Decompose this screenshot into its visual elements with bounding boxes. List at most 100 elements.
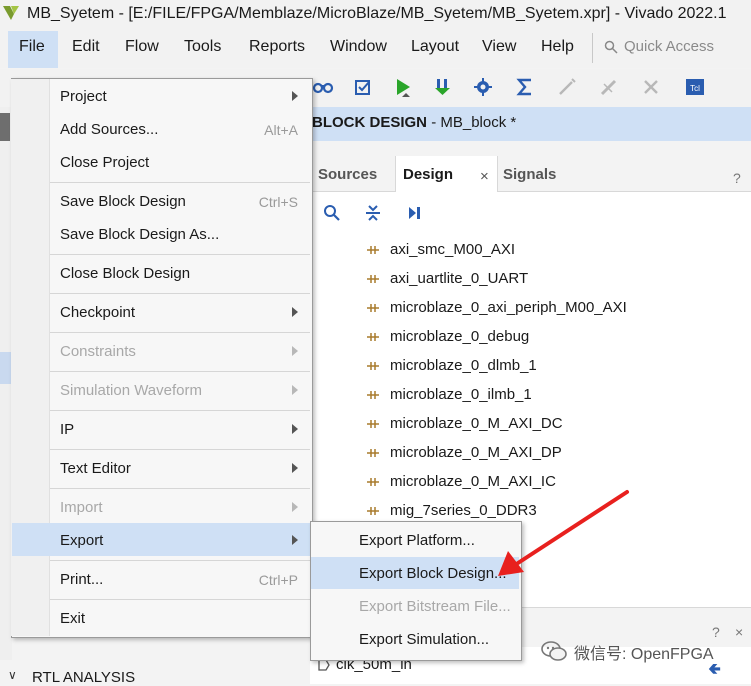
menu-reports[interactable]: Reports [249, 38, 305, 56]
menu-window[interactable]: Window [330, 38, 387, 56]
tab-design[interactable]: Design [403, 166, 453, 183]
block-design-name: - MB_block * [431, 114, 517, 131]
menu-item-label: Constraints [60, 343, 136, 360]
tree-item-label: microblaze_0_M_AXI_DP [390, 444, 562, 461]
menu-item-label: Checkpoint [60, 304, 136, 321]
tree-item-label: microblaze_0_dlmb_1 [390, 357, 537, 374]
interface-net-icon [367, 391, 379, 399]
menu-view[interactable]: View [482, 38, 516, 56]
close-icon[interactable]: × [735, 624, 743, 640]
menu-item-exit[interactable]: Exit [12, 605, 310, 633]
menu-item-print[interactable]: Print... Ctrl+P [12, 566, 310, 594]
interface-net-icon [367, 304, 379, 312]
menu-item-shortcut: Alt+A [264, 122, 298, 138]
quick-access-input[interactable]: Quick Access [624, 38, 714, 55]
interface-net-icon [367, 420, 379, 428]
tcl-icon[interactable]: Tcl [684, 76, 706, 98]
block-design-title: BLOCK DESIGN - MB_block * [312, 114, 516, 131]
help-icon[interactable]: ? [712, 624, 720, 640]
watermark-text: 微信号: OpenFPGA [574, 646, 714, 663]
menu-tools[interactable]: Tools [184, 38, 221, 56]
menu-item-export-bitstream: Export Bitstream File... [311, 592, 519, 623]
menu-item-label: Project [60, 88, 107, 105]
menu-item-close-block-design[interactable]: Close Block Design [12, 260, 310, 288]
menu-item-label: Export Platform... [359, 532, 475, 549]
menu-item-simulation-waveform: Simulation Waveform [12, 377, 310, 405]
tree-item-label: microblaze_0_M_AXI_DC [390, 415, 563, 432]
search-icon [604, 40, 618, 54]
download-icon[interactable] [432, 76, 454, 98]
menu-item-close-project[interactable]: Close Project [12, 149, 310, 177]
menu-separator [50, 371, 310, 372]
menu-separator [50, 488, 310, 489]
help-icon[interactable]: ? [733, 170, 741, 186]
submenu-arrow-icon [292, 463, 298, 473]
menu-item-label: Save Block Design As... [60, 226, 220, 243]
menu-item-text-editor[interactable]: Text Editor [12, 455, 310, 483]
menu-separator [50, 254, 310, 255]
menu-item-label: Close Project [60, 154, 150, 171]
svg-text:Tcl: Tcl [690, 84, 700, 93]
collapse-all-icon[interactable] [364, 204, 382, 222]
menu-item-ip[interactable]: IP [12, 416, 310, 444]
rtl-analysis-label[interactable]: RTL ANALYSIS [32, 669, 135, 686]
window-title: MB_Syetem - [E:/FILE/FPGA/Memblaze/Micro… [27, 5, 727, 22]
interface-net-icon [367, 333, 379, 341]
interface-net-icon [367, 275, 379, 283]
menu-item-save-block-design-as[interactable]: Save Block Design As... [12, 221, 310, 249]
submenu-arrow-icon [292, 91, 298, 101]
menu-item-shortcut: Ctrl+P [258, 572, 298, 588]
menu-item-label: Text Editor [60, 460, 131, 477]
vivado-logo-icon [3, 6, 19, 20]
menu-item-export[interactable]: Export [12, 527, 310, 555]
search-icon[interactable] [323, 204, 341, 222]
menu-separator [50, 599, 310, 600]
tree-item-label: axi_smc_M00_AXI [390, 241, 516, 258]
close-icon[interactable]: × [480, 168, 489, 185]
menu-item-export-block-design[interactable]: Export Block Design... [311, 559, 519, 590]
sigma-icon[interactable] [514, 76, 536, 98]
pen-icon [600, 79, 617, 96]
menu-separator [50, 449, 310, 450]
cross-icon [644, 80, 658, 94]
menu-item-label: Export Simulation... [359, 631, 490, 648]
menu-separator [50, 293, 310, 294]
submenu-arrow-icon [292, 385, 298, 395]
tree-item-label: axi_uartlite_0_UART [390, 270, 529, 287]
menu-item-save-block-design[interactable]: Save Block Design Ctrl+S [12, 188, 310, 216]
menu-item-label: Export Block Design... [359, 565, 507, 582]
menu-item-add-sources[interactable]: Add Sources... Alt+A [12, 116, 310, 144]
checkbox-icon[interactable] [352, 76, 374, 98]
menu-edit[interactable]: Edit [72, 38, 100, 56]
chevron-down-icon[interactable]: ∨ [8, 668, 17, 682]
menu-item-import: Import [12, 494, 310, 522]
menu-separator [50, 182, 310, 183]
menu-item-project[interactable]: Project [12, 83, 310, 111]
menu-item-label: IP [60, 421, 75, 438]
menu-item-export-simulation[interactable]: Export Simulation... [311, 625, 519, 656]
interface-net-icon [367, 478, 379, 486]
interface-net-icon [367, 449, 379, 457]
menu-separator [50, 410, 310, 411]
menu-item-label: Close Block Design [60, 265, 191, 282]
menu-item-label: Export [60, 532, 104, 549]
tab-sources[interactable]: Sources [318, 166, 377, 183]
menu-flow[interactable]: Flow [125, 38, 159, 56]
menu-separator [50, 332, 310, 333]
tree-item-label: microblaze_0_ilmb_1 [390, 386, 532, 403]
gear-icon[interactable] [472, 76, 494, 98]
menu-layout[interactable]: Layout [411, 38, 459, 56]
menu-file[interactable]: File [19, 38, 45, 56]
menu-item-checkpoint[interactable]: Checkpoint [12, 299, 310, 327]
menu-item-label: Print... [60, 571, 104, 588]
interface-net-icon [367, 362, 379, 370]
block-design-label: BLOCK DESIGN [312, 114, 428, 131]
menu-help[interactable]: Help [541, 38, 574, 56]
menu-separator [50, 560, 310, 561]
tab-signals[interactable]: Signals [503, 166, 556, 183]
wechat-icon [541, 641, 567, 661]
run-icon[interactable] [392, 76, 414, 98]
menu-item-export-platform[interactable]: Export Platform... [311, 526, 519, 557]
expand-all-icon[interactable] [406, 204, 424, 222]
binoculars-icon[interactable] [312, 76, 334, 98]
